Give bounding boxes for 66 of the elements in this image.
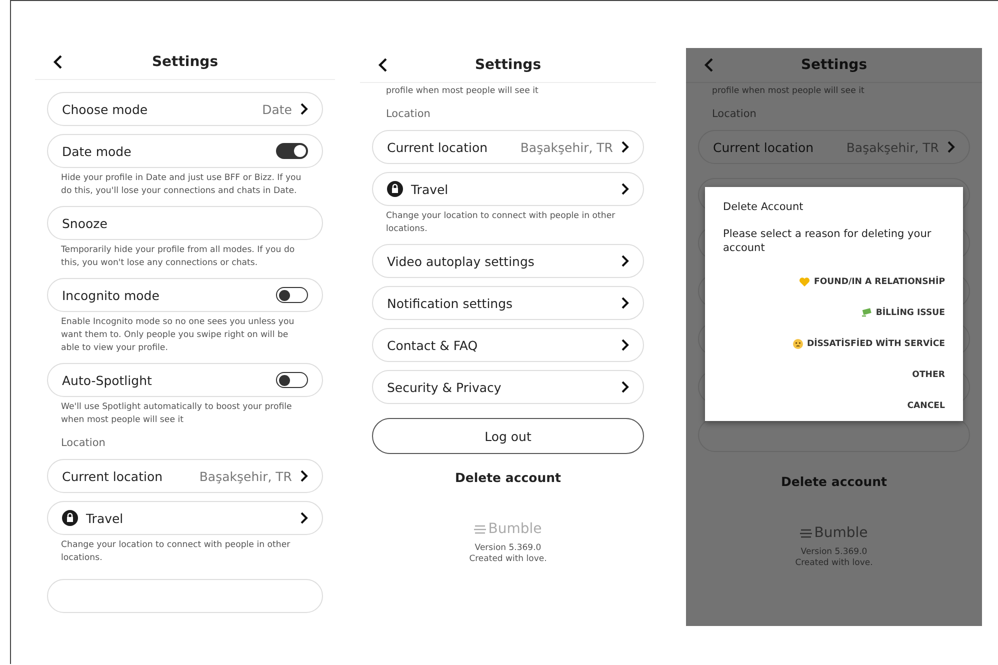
settings-row[interactable]: Choose mode Date: [47, 92, 323, 126]
toggle-switch[interactable]: [276, 287, 308, 303]
settings-row[interactable]: Contact & FAQ: [372, 328, 644, 362]
screen-title: Settings: [800, 57, 868, 73]
screen-title: Settings: [474, 57, 542, 73]
logo-icon: [474, 524, 486, 534]
help-text: Change your location to connect with people in other locations.: [385, 210, 616, 236]
chevron-icon: [300, 512, 308, 524]
brand-name: Bumble: [814, 525, 868, 541]
money-icon: [860, 308, 872, 318]
chevron-icon: [621, 255, 629, 267]
help-text: profile when most people will see it: [711, 85, 866, 98]
chevron-icon: [300, 470, 308, 482]
section-label: Location: [385, 108, 432, 120]
delete-account-link[interactable]: Delete account: [780, 474, 888, 489]
back-icon[interactable]: [378, 58, 388, 72]
section-label: Location: [60, 437, 106, 449]
screen-title: Settings: [152, 54, 218, 70]
reason-option[interactable]: CANCEL: [907, 401, 945, 411]
settings-row[interactable]: Notification settings: [372, 286, 644, 320]
chevron-icon: [300, 103, 308, 115]
chevron-icon: [621, 381, 629, 393]
chevron-icon: [621, 183, 629, 195]
settings-row[interactable]: Current location Başakşehir, TR: [698, 130, 970, 164]
help-text: Enable Incognito mode so no one sees you unless you want them to. Only people you swipe right on will be able to view your profile.: [60, 316, 296, 355]
brand-name: Bumble: [488, 521, 542, 537]
logout-button[interactable]: Log out: [372, 418, 644, 454]
dialog-title: Delete Account: [723, 201, 804, 213]
help-text: Change your location to connect with people in other locations.: [60, 539, 292, 565]
chevron-icon: [621, 297, 629, 309]
frown-face-icon: [792, 339, 803, 349]
reason-option[interactable]: DİSSATİSFİED WİTH SERVİCE: [792, 339, 945, 349]
back-icon[interactable]: [53, 55, 63, 69]
chevron-icon: [621, 339, 629, 351]
settings-row: Auto-Spotlight: [47, 363, 323, 397]
reason-option[interactable]: BİLLİNG ISSUE: [860, 308, 945, 318]
chevron-icon: [947, 141, 955, 153]
settings-row: Date mode: [47, 134, 323, 168]
settings-row[interactable]: Video autoplay settings: [372, 244, 644, 278]
toggle-switch[interactable]: [276, 143, 308, 159]
settings-row[interactable]: Current location Başakşehir, TR: [372, 130, 644, 164]
chevron-icon: [621, 141, 629, 153]
reason-option[interactable]: OTHER: [912, 370, 945, 380]
delete-account-link[interactable]: Delete account: [454, 470, 562, 485]
version-text: Version 5.369.0: [800, 547, 868, 558]
help-text: We'll use Spotlight automatically to boost your profile when most people will see it: [60, 401, 293, 427]
logo-icon: [800, 528, 812, 538]
toggle-switch[interactable]: [276, 372, 308, 388]
lock-icon: [62, 510, 78, 526]
settings-row[interactable]: Travel: [47, 501, 323, 535]
dialog-message: Please select a reason for deleting your account: [723, 227, 932, 255]
settings-row[interactable]: Security & Privacy: [372, 370, 644, 404]
lock-icon: [387, 181, 403, 197]
settings-row[interactable]: Snooze: [47, 206, 323, 240]
help-text: profile when most people will see it: [385, 85, 540, 98]
heart-icon: [798, 277, 810, 287]
reason-option[interactable]: FOUND/IN A RELATIONSHİP: [798, 277, 945, 287]
settings-row: Incognito mode: [47, 278, 323, 312]
version-text: Version 5.369.0: [474, 543, 542, 554]
version-text: Created with love.: [469, 554, 547, 565]
settings-row[interactable]: Current location Başakşehir, TR: [47, 459, 323, 493]
help-text: Temporarily hide your profile from all modes. If you do this, you won't lose any connections or chats.: [60, 244, 296, 270]
section-label: Location: [711, 108, 758, 120]
version-text: Created with love.: [795, 558, 873, 569]
help-text: Hide your profile in Date and just use BFF or Bizz. If you do this, you'll lose your connections and chats in Date.: [60, 172, 302, 198]
settings-row[interactable]: Travel: [372, 172, 644, 206]
